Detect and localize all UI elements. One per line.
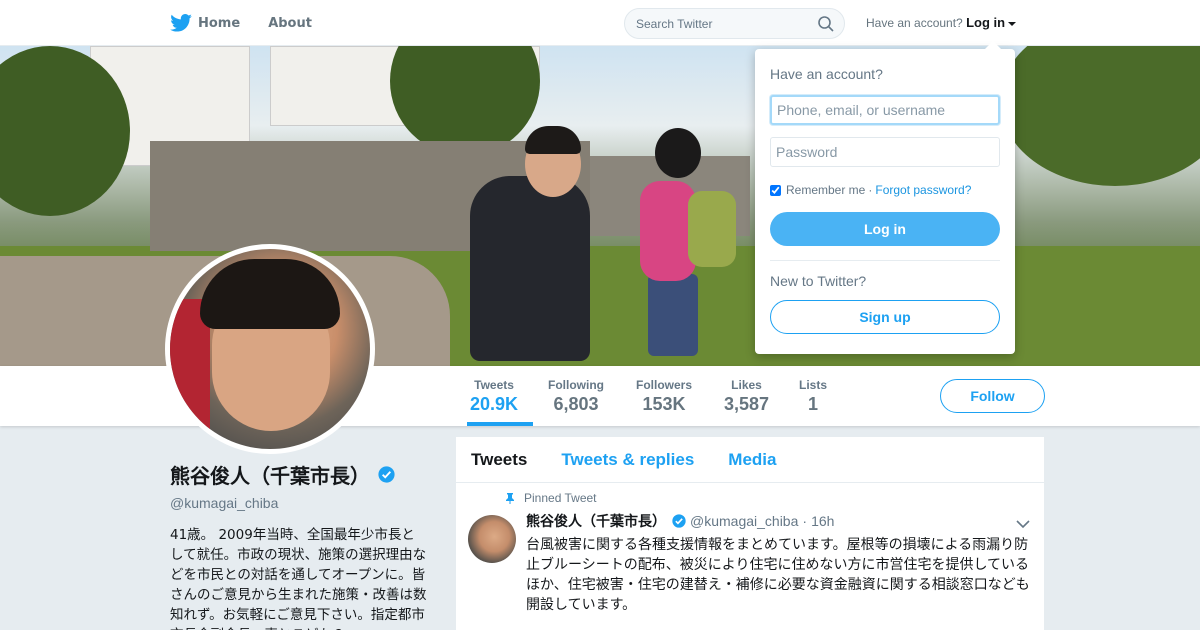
search-input[interactable]: [636, 9, 806, 38]
new-to-twitter-label: New to Twitter?: [770, 273, 867, 289]
tweet-author-handle[interactable]: @kumagai_chiba: [690, 513, 798, 529]
profile-name: 熊谷俊人（千葉市長）: [170, 460, 434, 489]
stat-value: 20.9K: [470, 394, 519, 414]
forgot-password-link[interactable]: Forgot password?: [875, 183, 971, 197]
chevron-down-icon: [1008, 21, 1017, 26]
search-icon[interactable]: [818, 16, 834, 32]
stat-lists[interactable]: Lists 1: [799, 378, 827, 415]
top-nav-bar: Home About Have an account? Log in: [0, 0, 1200, 46]
username-field[interactable]: [770, 95, 1000, 125]
stat-label: Followers: [636, 378, 693, 392]
profile-card: 熊谷俊人（千葉市長） @kumagai_chiba 41歳。 2009年当時、全…: [170, 460, 434, 630]
pinned-label: Pinned Tweet: [524, 491, 597, 505]
avatar-photo: [170, 249, 370, 449]
stat-label: Tweets: [474, 378, 514, 392]
stat-tweets[interactable]: Tweets 20.9K: [470, 378, 518, 415]
nav-left: Home About: [170, 0, 340, 46]
stat-likes[interactable]: Likes 3,587: [724, 378, 769, 415]
timeline-tabs: Tweets Tweets & replies Media: [456, 437, 1044, 483]
dropdown-divider: [770, 260, 1000, 261]
tweet-header: 熊谷俊人（千葉市長） @kumagai_chiba · 16h: [526, 511, 1029, 531]
remember-label: Remember me: [786, 183, 866, 197]
pin-icon: [506, 493, 514, 504]
stat-label: Likes: [731, 378, 762, 392]
stat-value: 3,587: [724, 394, 770, 414]
tab-tweets-replies[interactable]: Tweets & replies: [561, 450, 694, 470]
pinned-indicator: Pinned Tweet: [504, 491, 1029, 505]
login-button[interactable]: Log in: [770, 212, 1000, 246]
tab-tweets[interactable]: Tweets: [471, 450, 527, 470]
stat-value: 153K: [642, 394, 686, 414]
tab-media[interactable]: Media: [728, 450, 776, 470]
password-field[interactable]: [770, 137, 1000, 167]
dropdown-title: Have an account?: [770, 66, 883, 82]
nav-about[interactable]: About: [268, 16, 312, 31]
active-stat-underline: [467, 422, 533, 426]
tweet-item[interactable]: Pinned Tweet 熊谷俊人（千葉市長） @kumagai_chiba ·…: [456, 483, 1044, 615]
verified-badge-icon: [378, 466, 395, 483]
profile-name-text[interactable]: 熊谷俊人（千葉市長）: [170, 460, 370, 489]
nav-home-label: Home: [198, 15, 241, 31]
chevron-down-icon[interactable]: [1016, 519, 1030, 529]
verified-badge-icon: [672, 514, 686, 528]
account-prompt: Have an account? Log in: [866, 15, 1017, 30]
profile-bio: 41歳。 2009年当時、全国最年少市長として就任。市政の現状、施策の選択理由な…: [170, 527, 427, 630]
nav-home[interactable]: Home: [170, 14, 240, 32]
stat-followers[interactable]: Followers 153K: [636, 378, 692, 415]
timeline: Tweets Tweets & replies Media Pinned Twe…: [456, 437, 1044, 630]
stat-value: 6,803: [553, 394, 599, 414]
stat-label: Lists: [799, 378, 828, 392]
tweet-separator: ·: [802, 513, 808, 529]
login-dropdown: Have an account? Remember me · Forgot pa…: [755, 41, 1015, 354]
remember-row: Remember me · Forgot password?: [770, 183, 971, 197]
profile-handle[interactable]: @kumagai_chiba: [170, 495, 434, 511]
tweet-time[interactable]: 16h: [811, 513, 834, 529]
stat-label: Following: [548, 378, 604, 392]
tweet-avatar[interactable]: [468, 515, 516, 563]
remember-checkbox[interactable]: [770, 184, 781, 196]
login-menu-button[interactable]: Log in: [966, 15, 1005, 30]
signup-button[interactable]: Sign up: [770, 300, 1000, 334]
stat-following[interactable]: Following 6,803: [548, 378, 604, 415]
twitter-bird-icon: [170, 14, 192, 32]
profile-avatar[interactable]: [165, 244, 375, 454]
tweet-author-name[interactable]: 熊谷俊人（千葉市長）: [526, 511, 666, 531]
search-box: [624, 8, 845, 39]
stat-value: 1: [808, 394, 819, 414]
nav-about-label: About: [268, 15, 312, 31]
tweet-text: 台風被害に関する各種支援情報をまとめています。屋根等の損壊による雨漏り防止ブルー…: [526, 537, 1030, 613]
follow-button[interactable]: Follow: [940, 379, 1045, 413]
account-prompt-text: Have an account?: [866, 16, 963, 30]
remember-separator: ·: [868, 183, 873, 197]
